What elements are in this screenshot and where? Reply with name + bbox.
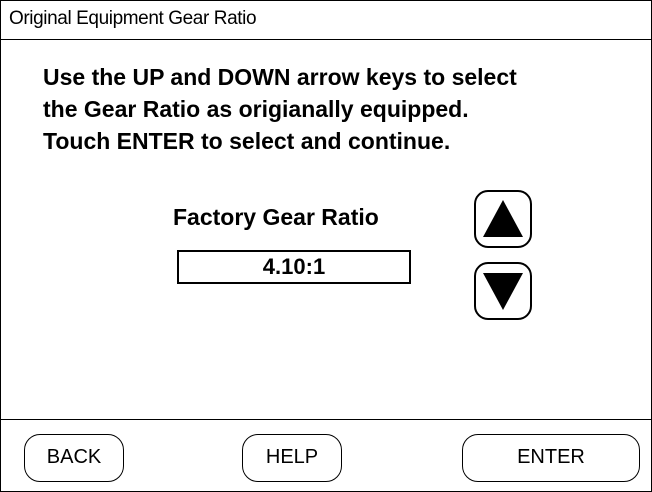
down-arrow-button[interactable] (474, 262, 532, 320)
instruction-line: Touch ENTER to select and continue. (43, 128, 451, 154)
instruction-line: Use the UP and DOWN arrow keys to select (43, 64, 517, 90)
enter-button[interactable]: ENTER (462, 434, 640, 482)
instructions-text: Use the UP and DOWN arrow keys to select… (43, 61, 643, 157)
gear-ratio-value: 4.10:1 (177, 250, 411, 284)
back-button[interactable]: BACK (24, 434, 124, 482)
instruction-line: the Gear Ratio as origianally equipped. (43, 96, 469, 122)
triangle-down-icon (483, 273, 523, 310)
up-arrow-button[interactable] (474, 190, 532, 248)
title-bar: Original Equipment Gear Ratio (1, 1, 651, 40)
footer-divider (1, 419, 651, 420)
window-title: Original Equipment Gear Ratio (9, 8, 257, 29)
factory-gear-ratio-label: Factory Gear Ratio (173, 204, 379, 230)
app-window: Original Equipment Gear Ratio Use the UP… (0, 0, 652, 492)
help-button[interactable]: HELP (242, 434, 342, 482)
triangle-up-icon (483, 200, 523, 237)
